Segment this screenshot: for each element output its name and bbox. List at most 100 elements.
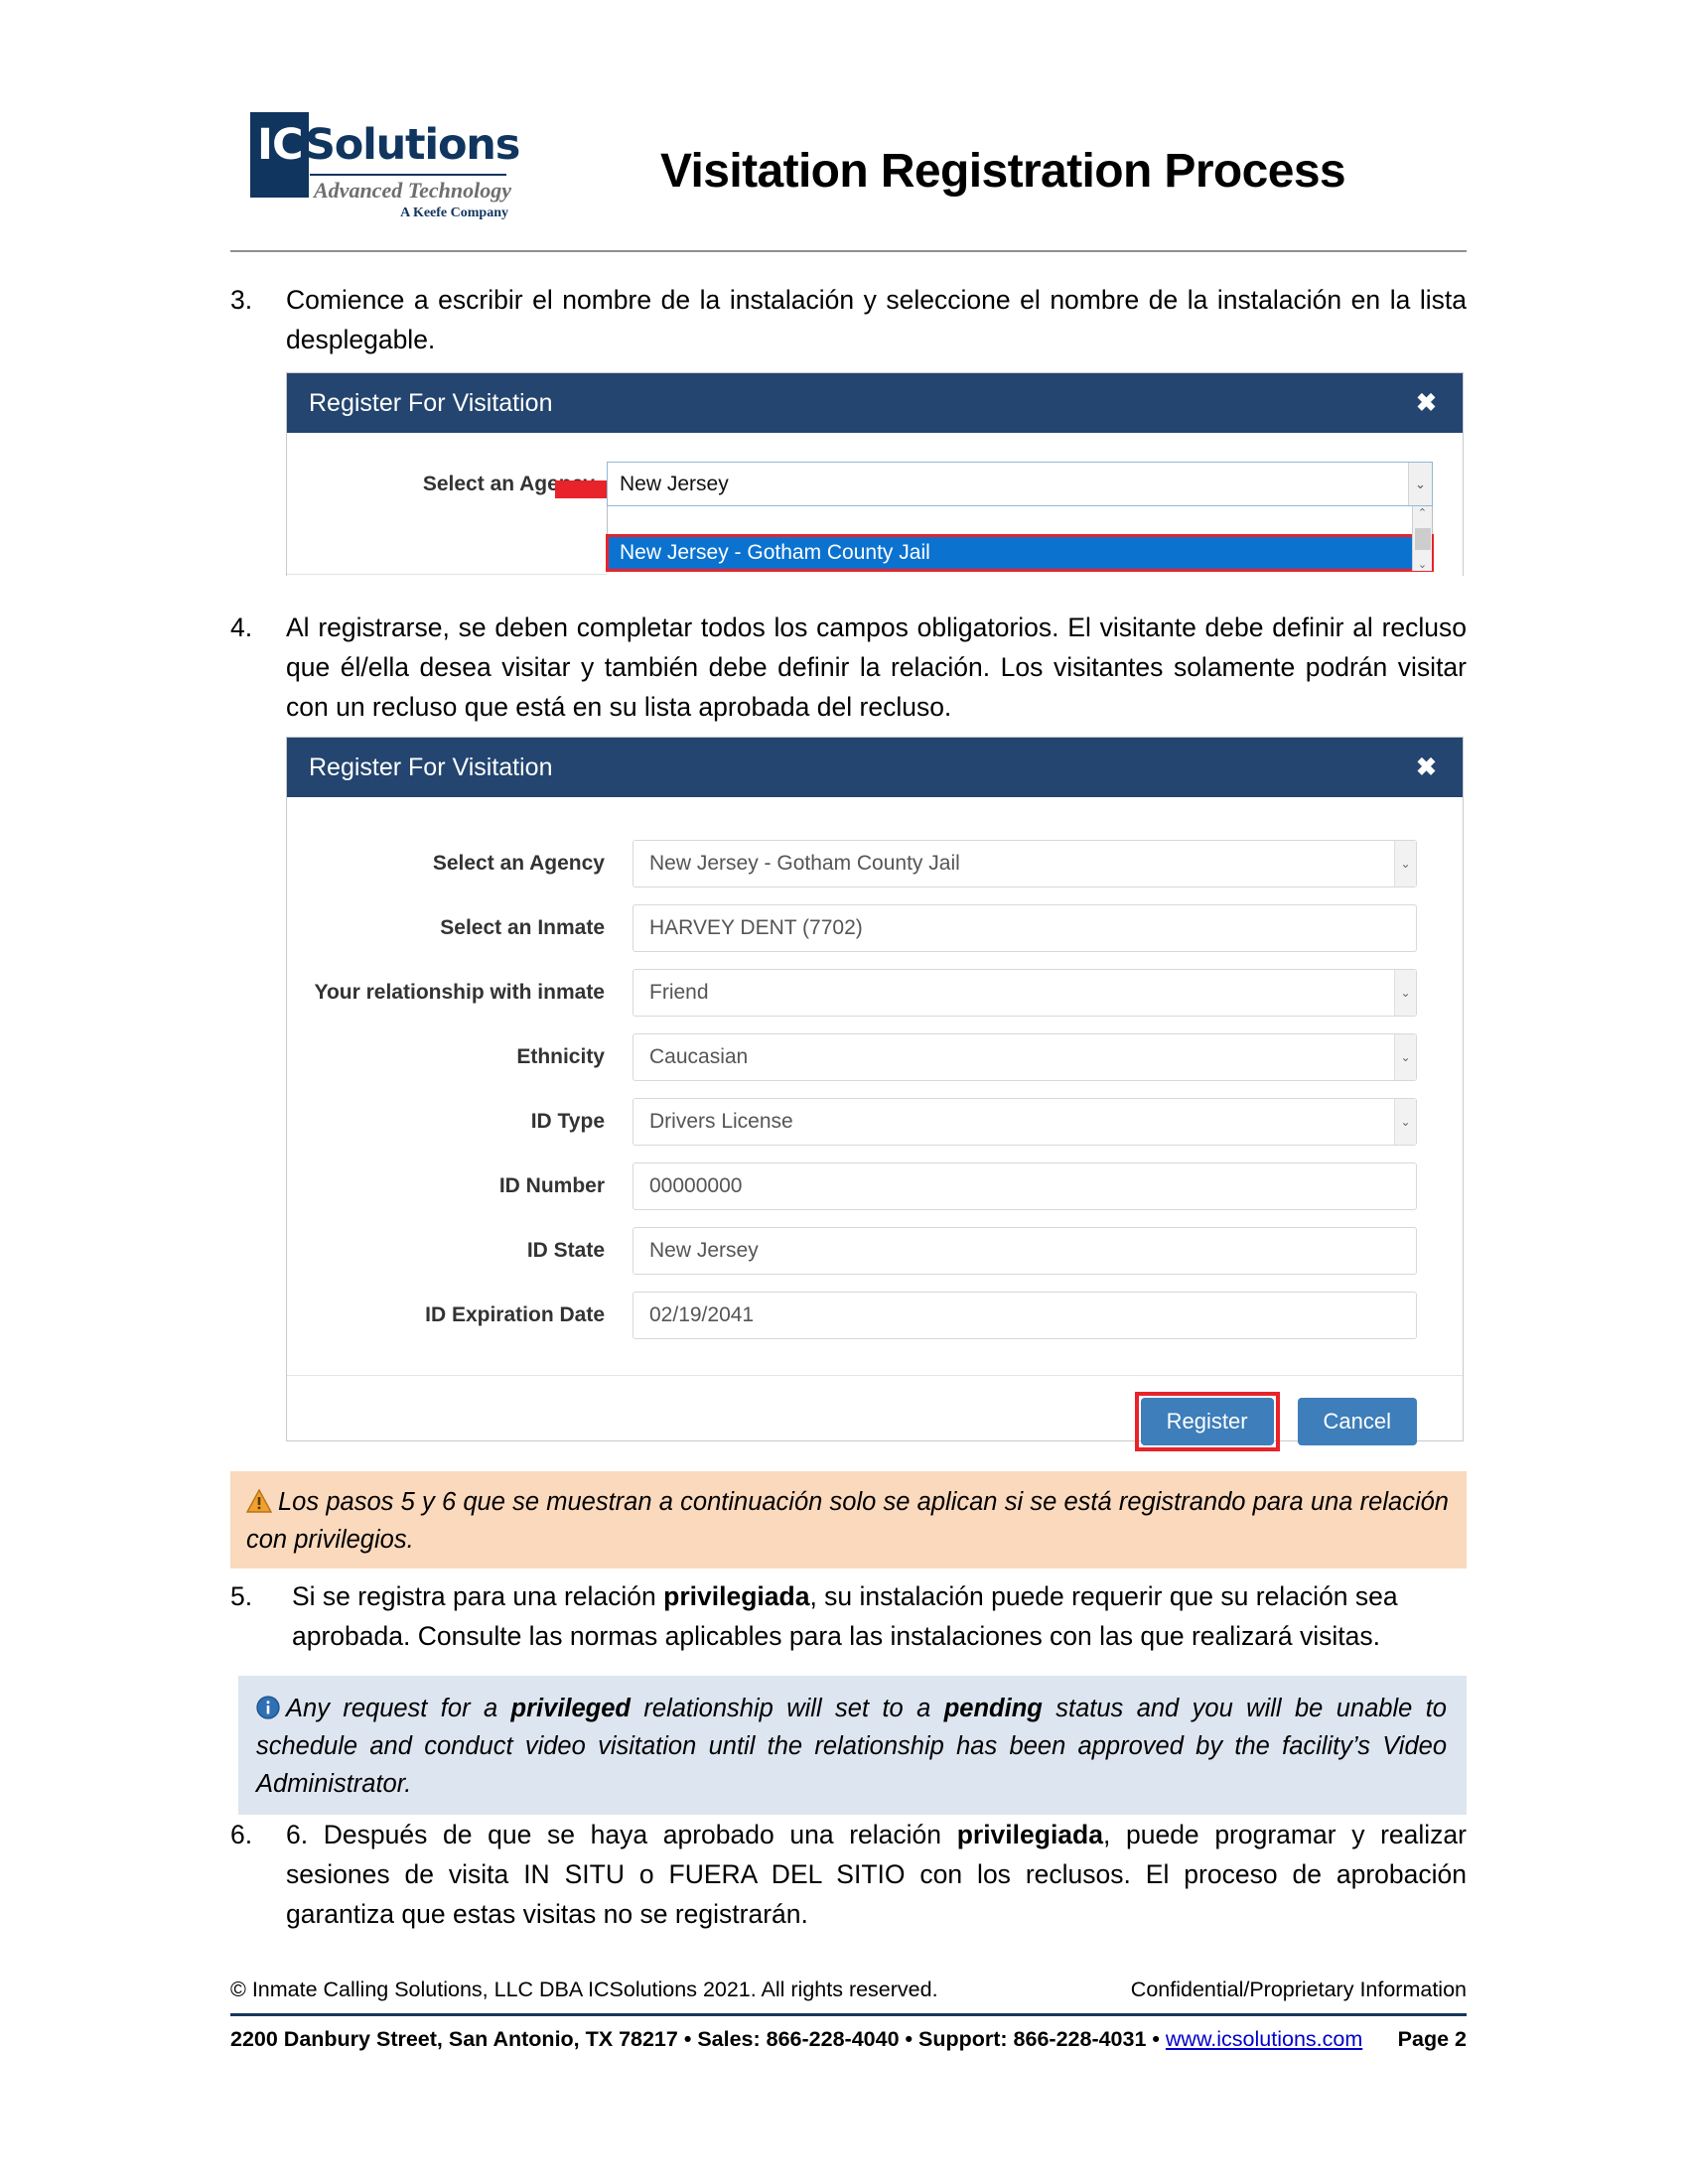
form-row: Select an Agency New Jersey - Gotham Coun… (287, 831, 1417, 895)
form-field-input[interactable]: Drivers License ⌄ (633, 1097, 1417, 1146)
form-field-label: Your relationship with inmate (314, 980, 605, 1004)
step-6-number: 6. (230, 1820, 253, 1849)
footer-page-number: Page 2 (1397, 2027, 1467, 2051)
agency-combobox-value: New Jersey (620, 472, 729, 495)
dialog2-footer: Register Cancel (287, 1375, 1463, 1466)
dropdown-scrollbar[interactable]: ⌃ ⌄ (1412, 506, 1432, 571)
step-6-bold: privilegiada (956, 1820, 1103, 1849)
warning-callout: Los pasos 5 y 6 que se muestran a contin… (230, 1471, 1467, 1569)
form-field-value: 02/19/2041 (649, 1302, 755, 1326)
form-row: ID Type Drivers License ⌄ (287, 1089, 1417, 1154)
footer-divider (230, 2013, 1467, 2016)
form-row: ID State New Jersey (287, 1218, 1417, 1283)
agency-dropdown-list[interactable]: New Jersey - Gotham County Jail ⌃ ⌄ (606, 506, 1434, 572)
dialog1-titlebar: Register For Visitation ✖ (287, 373, 1463, 433)
form-field-value: Caucasian (649, 1044, 749, 1068)
step-5-text-before: Si se registra para una relación (292, 1581, 664, 1611)
page-header: IC Solutions Advanced Technology A Keefe… (228, 94, 1465, 233)
scrollbar-thumb[interactable] (1414, 527, 1431, 550)
form-field-value: 00000000 (649, 1173, 743, 1197)
chevron-down-icon[interactable]: ⌄ (1408, 463, 1432, 505)
step-4-text: Al registrarse, se deben completar todos… (286, 613, 1467, 722)
register-button[interactable]: Register (1140, 1397, 1274, 1445)
register-for-visitation-dialog-dropdown: Register For Visitation ✖ Select an Agen… (286, 372, 1464, 576)
page-title: Visitation Registration Process (659, 144, 1346, 198)
warning-callout-text: Los pasos 5 y 6 que se muestran a contin… (246, 1488, 1449, 1554)
scroll-down-icon[interactable]: ⌄ (1418, 558, 1427, 571)
logo-solutions-text: Solutions (305, 119, 520, 170)
register-for-visitation-dialog-form: Register For Visitation ✖ Select an Agen… (286, 737, 1464, 1451)
info-callout-part2: relationship will set to a (631, 1695, 944, 1722)
form-field-value: New Jersey - Gotham County Jail (649, 851, 960, 875)
footer-address-group: 2200 Danbury Street, San Antonio, TX 782… (230, 2027, 1362, 2052)
step-3-text: Comience a escribir el nombre de la inst… (286, 285, 1467, 354)
logo-tagline: Advanced Technology (314, 177, 511, 203)
form-field-input[interactable]: Caucasian ⌄ (633, 1032, 1417, 1081)
footer-website-link[interactable]: www.icsolutions.com (1166, 2027, 1362, 2051)
dropdown-option-selected[interactable]: New Jersey - Gotham County Jail (606, 534, 1434, 572)
step-5-bold: privilegiada (663, 1581, 810, 1611)
info-callout: Any request for a privileged relationshi… (238, 1676, 1467, 1815)
info-callout-bold2: pending (943, 1695, 1043, 1722)
form-field-value: Friend (649, 980, 709, 1004)
cancel-button[interactable]: Cancel (1297, 1397, 1417, 1445)
logo-keefe-company: A Keefe Company (400, 205, 508, 220)
footer-address: 2200 Danbury Street, San Antonio, TX 782… (230, 2027, 1166, 2051)
icsolutions-logo: IC Solutions Advanced Technology A Keefe… (228, 102, 520, 226)
registration-form: Select an Agency New Jersey - Gotham Coun… (287, 797, 1463, 1347)
form-field-label: ID Expiration Date (425, 1302, 605, 1326)
form-field-label: Select an Agency (432, 851, 605, 875)
form-field-label: ID Number (498, 1173, 605, 1197)
form-row: Ethnicity Caucasian ⌄ (287, 1024, 1417, 1089)
form-row: Your relationship with inmate Friend ⌄ (287, 960, 1417, 1024)
dialog1-title: Register For Visitation (309, 388, 553, 417)
step-3-number: 3. (230, 285, 253, 315)
close-icon[interactable]: ✖ (1416, 390, 1437, 416)
dialog1-body: Select an Agency New Jersey ⌄ New Jersey… (287, 433, 1463, 576)
scroll-up-icon[interactable]: ⌃ (1418, 506, 1427, 519)
info-callout-bold1: privileged (510, 1695, 631, 1722)
chevron-down-icon[interactable]: ⌄ (1394, 969, 1416, 1016)
register-button-highlight: Register (1134, 1391, 1280, 1451)
form-row: ID Number 00000000 (287, 1154, 1417, 1218)
step-6-text: 6. Después de que se haya aprobado una r… (286, 1815, 1467, 1934)
form-row: ID Expiration Date 02/19/2041 (287, 1283, 1417, 1347)
step-6-text-before: 6. Después de que se haya aprobado una r… (286, 1820, 957, 1849)
form-field-label: Ethnicity (516, 1044, 605, 1068)
chevron-down-icon[interactable]: ⌄ (1394, 840, 1416, 887)
footer-bottom-row: 2200 Danbury Street, San Antonio, TX 782… (230, 2027, 1467, 2052)
logo-divider (310, 173, 506, 176)
dropdown-blank-option[interactable] (608, 506, 1432, 536)
footer-confidential: Confidential/Proprietary Information (1130, 1978, 1467, 2001)
chevron-down-icon[interactable]: ⌄ (1394, 1033, 1416, 1080)
form-field-input[interactable]: New Jersey - Gotham County Jail ⌄ (633, 839, 1417, 887)
form-field-input[interactable]: New Jersey (633, 1226, 1417, 1275)
form-field-label: Select an Inmate (440, 915, 605, 939)
form-field-input[interactable]: HARVEY DENT (7702) (633, 903, 1417, 952)
step-4-number: 4. (230, 613, 253, 642)
step-5: 5. Si se registra para una relación priv… (230, 1576, 1467, 1656)
form-field-input[interactable]: Friend ⌄ (633, 968, 1417, 1017)
agency-combobox-input[interactable]: New Jersey ⌄ (607, 462, 1433, 506)
form-field-value: HARVEY DENT (7702) (649, 915, 863, 939)
footer-copyright: © Inmate Calling Solutions, LLC DBA ICSo… (230, 1978, 938, 2001)
form-field-input[interactable]: 02/19/2041 (633, 1291, 1417, 1339)
form-field-input[interactable]: 00000000 (633, 1161, 1417, 1210)
form-field-value: New Jersey (649, 1238, 759, 1262)
dialog2-titlebar: Register For Visitation ✖ (287, 738, 1463, 797)
form-field-value: Drivers License (649, 1109, 793, 1133)
header-divider (230, 250, 1467, 252)
select-agency-label: Select an Agency (422, 473, 595, 495)
document-page: IC Solutions Advanced Technology A Keefe… (0, 0, 1688, 2184)
step-3: 3. Comience a escribir el nombre de la i… (230, 280, 1467, 359)
info-callout-part1: Any request for a (286, 1695, 511, 1722)
form-field-label: ID Type (530, 1109, 605, 1133)
step-4: 4. Al registrarse, se deben completar to… (230, 608, 1467, 727)
footer-top-row: © Inmate Calling Solutions, LLC DBA ICSo… (230, 1978, 1467, 2002)
form-row: Select an Inmate HARVEY DENT (7702) (287, 895, 1417, 960)
form-field-label: ID State (526, 1238, 605, 1262)
close-icon[interactable]: ✖ (1416, 754, 1437, 780)
info-circle-icon (256, 1696, 280, 1719)
chevron-down-icon[interactable]: ⌄ (1394, 1098, 1416, 1145)
step-6: 6. 6. Después de que se haya aprobado un… (230, 1815, 1467, 1934)
